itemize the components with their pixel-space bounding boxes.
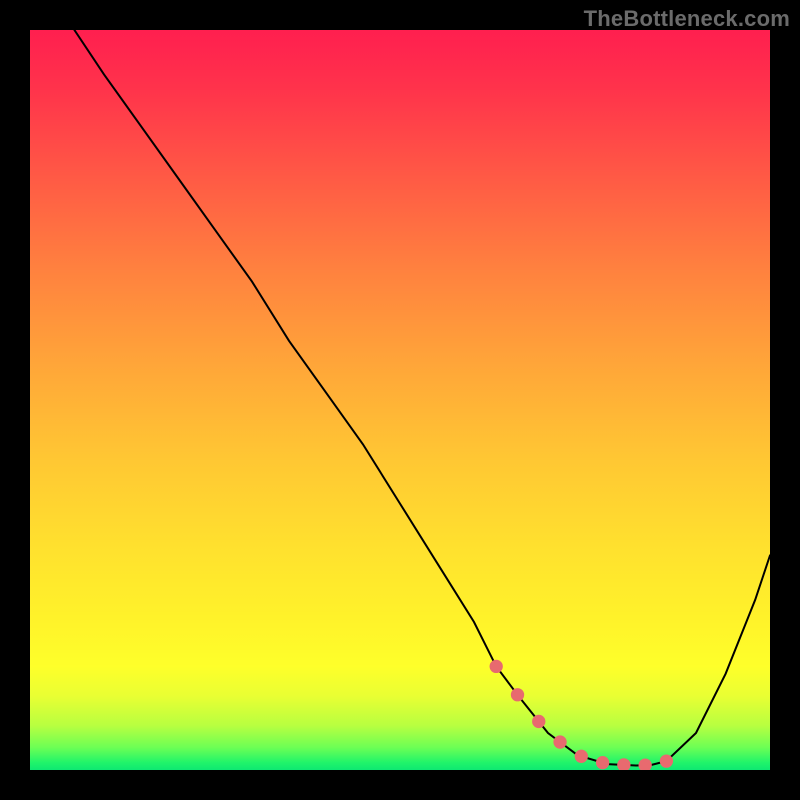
chart-frame: TheBottleneck.com	[0, 0, 800, 800]
marker-dot	[490, 660, 503, 673]
marker-dot	[596, 756, 609, 769]
marker-dot	[532, 715, 545, 728]
marker-dot	[553, 735, 566, 748]
bottleneck-curve	[74, 30, 770, 766]
marker-dot	[660, 754, 673, 767]
marker-dot	[617, 758, 630, 770]
marker-dot	[511, 688, 524, 701]
watermark-text: TheBottleneck.com	[584, 6, 790, 32]
marker-dots	[490, 660, 674, 770]
curve-svg	[30, 30, 770, 770]
plot-area	[30, 30, 770, 770]
marker-dot	[575, 750, 588, 763]
marker-dot	[639, 758, 652, 770]
